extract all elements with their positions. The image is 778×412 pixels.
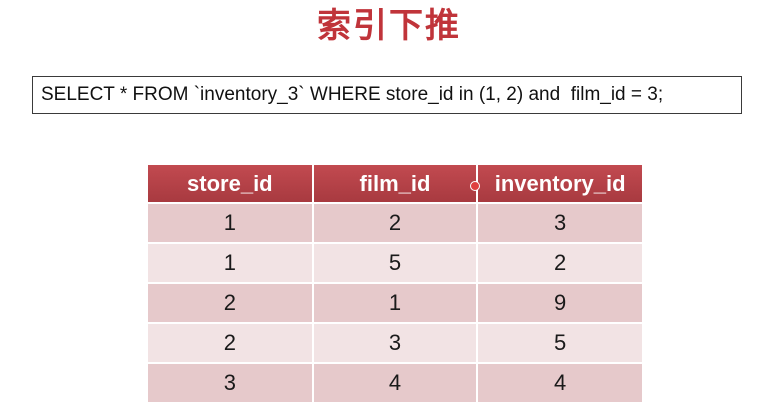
- inventory-table: store_id film_id inventory_id 1 2 3 1 5 …: [148, 165, 642, 402]
- cell-film-id: 1: [312, 282, 479, 323]
- table-header-row: store_id film_id inventory_id: [148, 165, 642, 203]
- cell-inventory-id: 5: [477, 322, 642, 363]
- cell-film-id: 3: [312, 322, 479, 363]
- table-row: 2 3 5: [148, 322, 642, 363]
- sql-query-box: SELECT * FROM `inventory_3` WHERE store_…: [32, 76, 742, 114]
- cell-store-id: 3: [148, 362, 314, 402]
- cell-film-id: 4: [312, 362, 479, 402]
- table-row: 2 1 9: [148, 282, 642, 323]
- cell-inventory-id: 4: [477, 362, 642, 402]
- header-inventory-id: inventory_id: [477, 165, 642, 203]
- cell-store-id: 1: [148, 202, 314, 243]
- cell-film-id: 5: [312, 242, 479, 283]
- cell-store-id: 2: [148, 282, 314, 323]
- slide-title: 索引下推: [317, 6, 461, 46]
- table-row: 1 5 2: [148, 242, 642, 283]
- cell-store-id: 1: [148, 242, 314, 283]
- table-row: 1 2 3: [148, 202, 642, 243]
- cell-inventory-id: 2: [477, 242, 642, 283]
- header-film-id: film_id: [312, 165, 479, 203]
- cell-film-id: 2: [312, 202, 479, 243]
- cell-store-id: 2: [148, 322, 314, 363]
- sql-query-text: SELECT * FROM `inventory_3` WHERE store_…: [41, 84, 664, 105]
- header-store-id: store_id: [148, 165, 314, 203]
- pointer-cursor-icon: [470, 181, 480, 191]
- cell-inventory-id: 9: [477, 282, 642, 323]
- table-row: 3 4 4: [148, 362, 642, 402]
- cell-inventory-id: 3: [477, 202, 642, 243]
